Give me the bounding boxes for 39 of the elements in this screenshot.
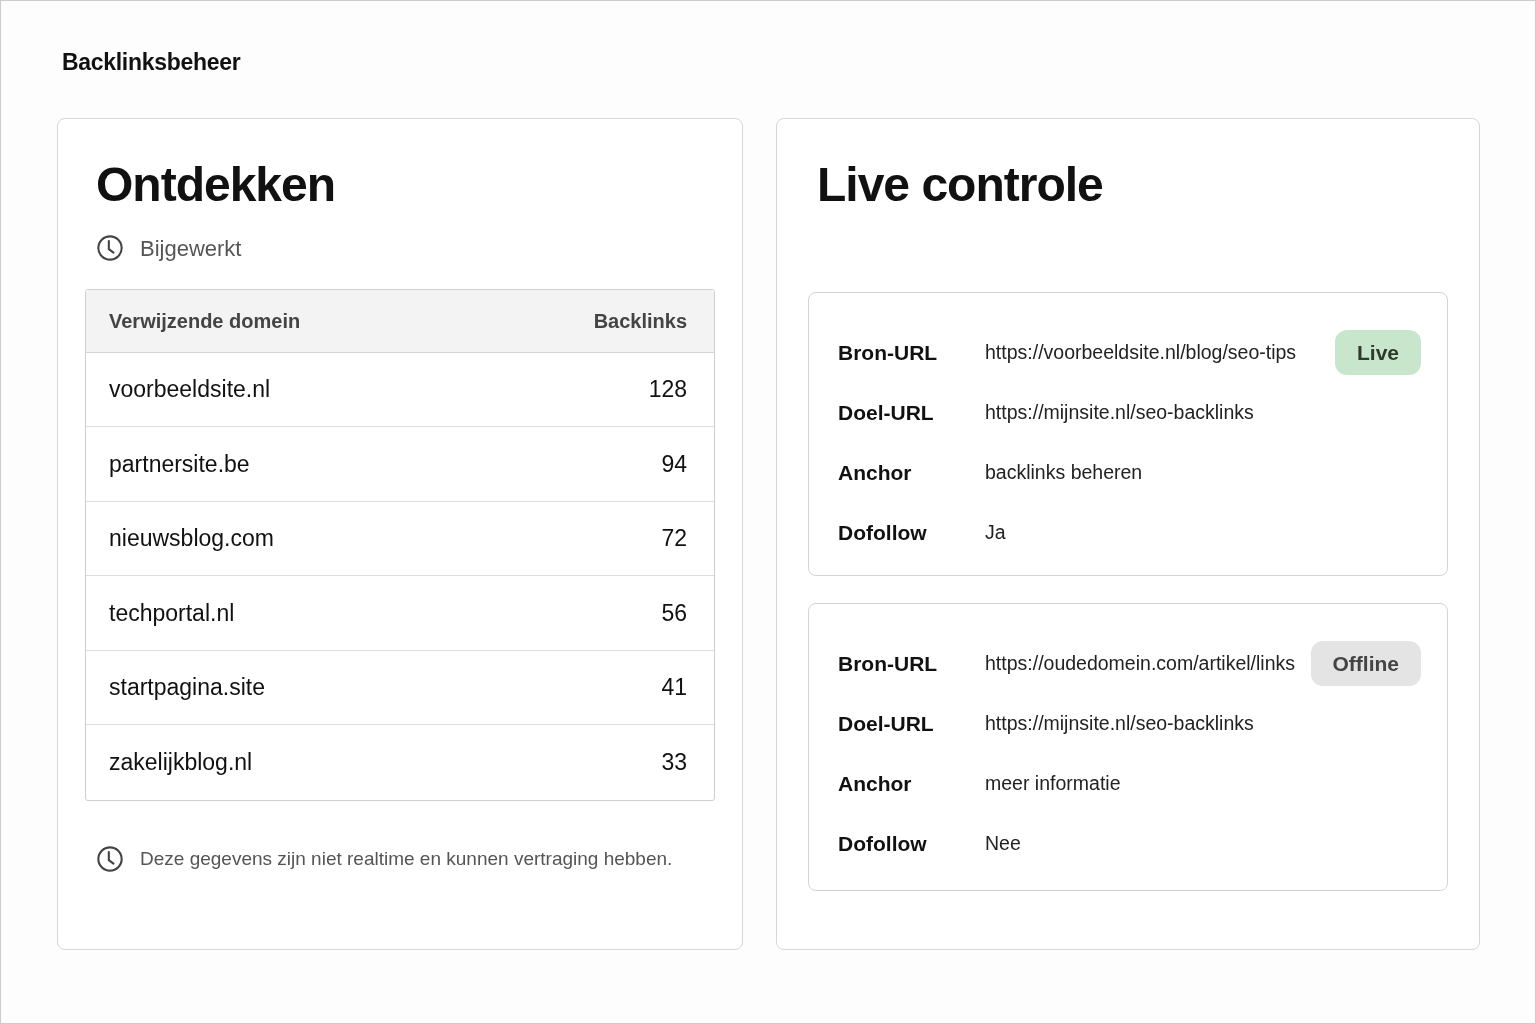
column-header: Backlinks [593, 308, 687, 334]
clock-icon [96, 844, 124, 873]
table-cell-text: 56 [661, 598, 687, 628]
table-cell-text: startpagina.site [109, 673, 265, 703]
field-value: https://voorbeeldsite.nl/blog/seo-tips [985, 340, 1298, 366]
table-cell-text: 94 [661, 449, 687, 479]
clock-icon [96, 234, 124, 263]
table-cell-text: techportal.nl [109, 598, 235, 628]
table-cell-text: 128 [648, 375, 687, 405]
field-label: Doel-URL [838, 399, 935, 426]
field-value: Nee [985, 831, 1022, 857]
field-label: Anchor [838, 459, 913, 486]
field-label: Dofollow [838, 519, 928, 546]
disclaimer-text: Deze gegevens zijn niet realtime en kunnen vertraging hebben. [140, 846, 673, 871]
field-label: Bron-URL [838, 339, 939, 366]
field-label: Doel-URL [838, 710, 935, 737]
status-badge: Offline [1310, 641, 1421, 687]
updated-label: Bijgewerkt [140, 234, 242, 263]
field-value: backlinks beheren [985, 460, 1144, 486]
field-label: Anchor [838, 770, 913, 797]
field-label: Bron-URL [838, 650, 939, 677]
field-label: Dofollow [838, 830, 928, 857]
status-badge: Live [1334, 330, 1421, 376]
table-cell-text: 41 [661, 673, 687, 703]
page-title: Backlinksbeheer [62, 48, 242, 77]
table-cell-text: zakelijkblog.nl [109, 748, 253, 778]
field-value: meer informatie [985, 771, 1122, 797]
panel-title: Ontdekken [96, 156, 337, 212]
column-header: Verwijzende domein [109, 308, 301, 334]
panel-title: Live controle [817, 156, 1104, 212]
field-value: https://mijnsite.nl/seo-backlinks [985, 400, 1255, 426]
table-cell-text: 33 [661, 748, 687, 778]
table-cell-text: partnersite.be [109, 449, 250, 479]
table-cell-text: nieuwsblog.com [109, 524, 274, 554]
field-value: Ja [985, 520, 1007, 546]
field-value: https://mijnsite.nl/seo-backlinks [985, 711, 1255, 737]
field-value: https://oudedomein.com/artikel/links [985, 651, 1296, 677]
table-cell-text: 72 [661, 524, 687, 554]
table-cell-text: voorbeeldsite.nl [109, 375, 271, 405]
